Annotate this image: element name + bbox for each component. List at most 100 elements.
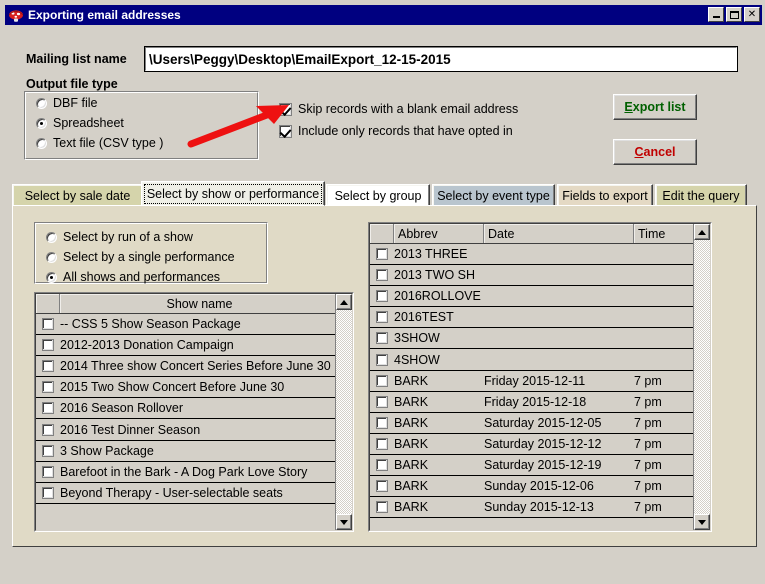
checkbox-icon[interactable]	[376, 290, 388, 303]
table-row[interactable]: BARK Friday 2015-12-18 7 pm	[370, 391, 710, 413]
table-row[interactable]: BARK Saturday 2015-12-05 7 pm	[370, 412, 710, 434]
output-type-option-1[interactable]: Spreadsheet	[26, 113, 257, 133]
table-row[interactable]: 2013 TWO SH	[370, 265, 710, 287]
checkbox-icon[interactable]	[376, 374, 388, 387]
show-mode-option-0[interactable]: Select by run of a show	[36, 227, 266, 247]
table-row[interactable]: 2016 Test Dinner Season	[36, 419, 352, 441]
row-checkbox-cell[interactable]	[370, 244, 394, 264]
table-row[interactable]: Beyond Therapy - User-selectable seats	[36, 482, 352, 504]
checkbox-icon[interactable]	[42, 444, 54, 457]
checkbox-icon[interactable]	[42, 423, 54, 436]
row-checkbox-cell[interactable]	[370, 307, 394, 327]
minimize-button[interactable]	[708, 7, 724, 22]
radio-icon[interactable]	[46, 271, 57, 283]
tab-select-by-sale-date[interactable]: Select by sale date	[12, 184, 143, 206]
table-row[interactable]: 2013 THREE	[370, 244, 710, 266]
checkbox-icon[interactable]	[42, 465, 54, 478]
checkbox-icon[interactable]	[279, 102, 292, 116]
table-row[interactable]: BARK Saturday 2015-12-19 7 pm	[370, 454, 710, 477]
row-checkbox-cell[interactable]	[370, 328, 394, 348]
checkbox-icon[interactable]	[279, 124, 292, 138]
row-checkbox-cell[interactable]	[370, 371, 394, 391]
table-row[interactable]: -- CSS 5 Show Season Package	[36, 314, 352, 336]
radio-icon[interactable]	[46, 231, 57, 243]
row-checkbox-cell[interactable]	[370, 476, 394, 496]
table-row[interactable]: BARK Sunday 2015-12-06 7 pm	[370, 476, 710, 498]
performance-grid-scrollbar[interactable]	[693, 224, 710, 530]
radio-icon[interactable]	[36, 137, 47, 149]
row-checkbox-cell[interactable]	[370, 413, 394, 433]
checkbox-icon[interactable]	[376, 311, 388, 324]
checkbox-icon[interactable]	[376, 353, 388, 366]
checkbox-icon[interactable]	[376, 437, 388, 450]
checkbox-icon[interactable]	[42, 381, 54, 394]
checkbox-icon[interactable]	[376, 416, 388, 429]
tab-select-by-event-type[interactable]: Select by event type	[432, 184, 555, 206]
tab-select-by-show-or-performance[interactable]: Select by show or performance	[141, 181, 325, 206]
table-row[interactable]: BARK Sunday 2015-12-13 7 pm	[370, 497, 710, 519]
checkbox-icon[interactable]	[42, 360, 54, 373]
table-row[interactable]: 3 Show Package	[36, 440, 352, 462]
table-row[interactable]: 2015 Two Show Concert Before June 30	[36, 377, 352, 399]
row-checkbox-cell[interactable]	[36, 441, 60, 461]
radio-icon[interactable]	[46, 251, 57, 263]
checkbox-icon[interactable]	[376, 480, 388, 493]
table-row[interactable]: 2016TEST	[370, 307, 710, 329]
checkbox-icon[interactable]	[376, 395, 388, 408]
radio-icon[interactable]	[36, 117, 47, 129]
export-list-button[interactable]: Export list	[613, 94, 697, 120]
row-checkbox-cell[interactable]	[36, 314, 60, 334]
row-checkbox-cell[interactable]	[36, 335, 60, 355]
row-checkbox-cell[interactable]	[370, 286, 394, 306]
export-option-0[interactable]: Skip records with a blank email address	[279, 98, 518, 120]
table-row[interactable]: 2016 Season Rollover	[36, 398, 352, 420]
checkbox-icon[interactable]	[42, 339, 54, 352]
checkbox-icon[interactable]	[376, 501, 388, 514]
maximize-button[interactable]	[726, 7, 742, 22]
table-row[interactable]: 3SHOW	[370, 328, 710, 350]
checkbox-icon[interactable]	[376, 332, 388, 345]
checkbox-icon[interactable]	[42, 486, 54, 499]
scroll-down-icon[interactable]	[336, 514, 352, 530]
table-row[interactable]: 4SHOW	[370, 349, 710, 371]
table-row[interactable]: Barefoot in the Bark - A Dog Park Love S…	[36, 461, 352, 483]
row-checkbox-cell[interactable]	[36, 398, 60, 418]
scroll-up-icon[interactable]	[694, 224, 710, 240]
checkbox-icon[interactable]	[376, 269, 388, 282]
tab-edit-the-query[interactable]: Edit the query	[655, 184, 747, 206]
mailing-list-input[interactable]: \Users\Peggy\Desktop\EmailExport_12-15-2…	[144, 46, 738, 72]
tab-select-by-group[interactable]: Select by group	[326, 184, 430, 206]
row-checkbox-cell[interactable]	[36, 356, 60, 376]
row-checkbox-cell[interactable]	[36, 462, 60, 482]
radio-icon[interactable]	[36, 97, 47, 109]
export-option-1[interactable]: Include only records that have opted in	[279, 120, 518, 142]
row-checkbox-cell[interactable]	[36, 377, 60, 397]
show-mode-option-1[interactable]: Select by a single performance	[36, 247, 266, 267]
output-type-option-2[interactable]: Text file (CSV type )	[26, 133, 257, 153]
output-type-option-0[interactable]: DBF file	[26, 93, 257, 113]
checkbox-icon[interactable]	[42, 318, 54, 331]
table-row[interactable]: BARK Saturday 2015-12-12 7 pm	[370, 433, 710, 455]
checkbox-icon[interactable]	[376, 248, 388, 261]
scroll-down-icon[interactable]	[694, 514, 710, 530]
row-checkbox-cell[interactable]	[370, 434, 394, 454]
table-row[interactable]: BARK Friday 2015-12-11 7 pm	[370, 370, 710, 392]
show-grid-scrollbar[interactable]	[335, 294, 352, 530]
table-row[interactable]: 2016ROLLOVE	[370, 286, 710, 308]
row-checkbox-cell[interactable]	[36, 419, 60, 439]
row-checkbox-cell[interactable]	[370, 392, 394, 412]
row-checkbox-cell[interactable]	[370, 265, 394, 285]
tab-fields-to-export[interactable]: Fields to export	[557, 184, 653, 206]
row-checkbox-cell[interactable]	[370, 455, 394, 475]
close-button[interactable]: ✕	[744, 7, 760, 22]
scroll-up-icon[interactable]	[336, 294, 352, 310]
cancel-button[interactable]: Cancel	[613, 139, 697, 165]
table-row[interactable]: 2014 Three show Concert Series Before Ju…	[36, 356, 352, 378]
checkbox-icon[interactable]	[376, 458, 388, 471]
row-checkbox-cell[interactable]	[370, 497, 394, 517]
table-row[interactable]: 2012-2013 Donation Campaign	[36, 335, 352, 357]
row-checkbox-cell[interactable]	[370, 349, 394, 369]
row-checkbox-cell[interactable]	[36, 483, 60, 503]
checkbox-icon[interactable]	[42, 402, 54, 415]
show-mode-option-2[interactable]: All shows and performances	[36, 267, 266, 287]
